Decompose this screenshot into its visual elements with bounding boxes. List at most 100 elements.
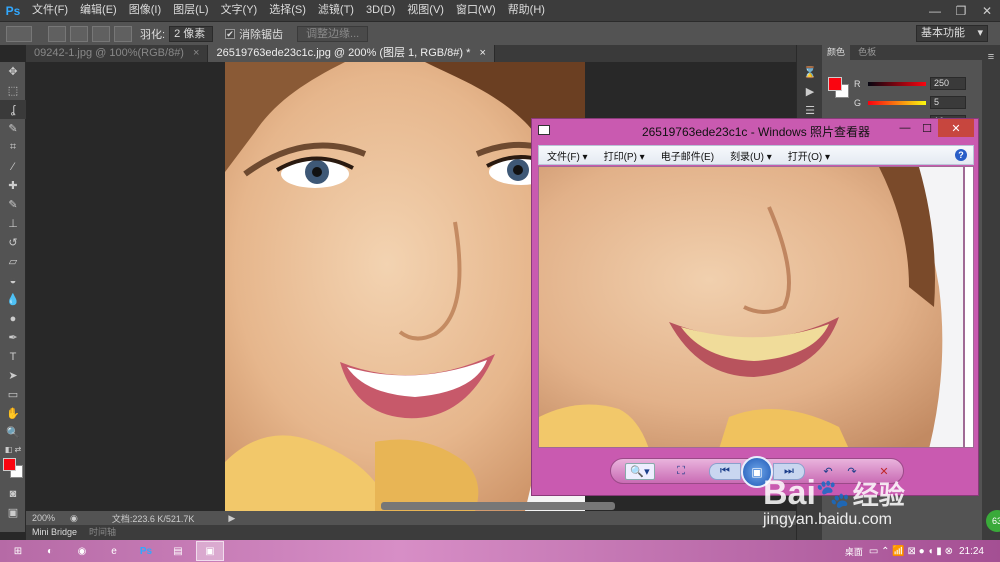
tab-timeline[interactable]: 时间轴 xyxy=(83,525,122,540)
menu-window[interactable]: 窗口(W) xyxy=(450,0,502,21)
healing-brush-tool-icon[interactable]: ✚ xyxy=(0,176,26,195)
hand-tool-icon[interactable]: ✋ xyxy=(0,404,26,423)
photo-viewer-window: 26519763ede23c1c - Windows 照片查看器 — ☐ ✕ 文… xyxy=(531,118,979,496)
brush-tool-icon[interactable]: ✎ xyxy=(0,195,26,214)
menu-layer[interactable]: 图层(L) xyxy=(167,0,214,21)
default-colors-icon[interactable]: ◧ ⇄ xyxy=(0,442,26,456)
viewer-menu-print[interactable]: 打印(P) ▾ xyxy=(596,148,653,163)
taskbar: ⊞ ◐ ◉ e Ps ▤ ▣ 桌面 ▭ ⌃ 📶 ⊠ ● ◖ ▮ ⊗ 21:24 xyxy=(0,540,1000,562)
minimize-icon[interactable]: — xyxy=(894,119,916,137)
tab-09242-1[interactable]: 09242-1.jpg @ 100%(RGB/8#) × xyxy=(26,45,209,62)
menu-filter[interactable]: 滤镜(T) xyxy=(312,0,360,21)
panel-menu-icon[interactable]: ≡ xyxy=(982,47,1000,66)
dodge-tool-icon[interactable]: ● xyxy=(0,309,26,328)
toolbox: ✥ ⬚ ʆ ✎ ⌗ ⁄ ✚ ✎ ⊥ ↺ ▱ ◒ 💧 ● ✒ T ➤ ▭ ✋ 🔍 … xyxy=(0,62,26,532)
path-selection-tool-icon[interactable]: ➤ xyxy=(0,366,26,385)
feather-input[interactable]: 2 像素 xyxy=(169,25,214,42)
viewer-image[interactable] xyxy=(538,166,964,448)
quick-selection-tool-icon[interactable]: ✎ xyxy=(0,119,26,138)
blur-tool-icon[interactable]: 💧 xyxy=(0,290,26,309)
viewer-menu-email[interactable]: 电子邮件(E) xyxy=(653,148,722,163)
tab-mini-bridge[interactable]: Mini Bridge xyxy=(26,525,83,540)
tab-label: 09242-1.jpg @ 100%(RGB/8#) xyxy=(34,47,184,59)
crop-tool-icon[interactable]: ⌗ xyxy=(0,138,26,157)
tab-26519763[interactable]: 26519763ede23c1c.jpg @ 200% (图层 1, RGB/8… xyxy=(208,45,495,62)
photoshop-taskbar-icon[interactable]: Ps xyxy=(132,541,160,561)
menu-view[interactable]: 视图(V) xyxy=(401,0,450,21)
horizontal-scrollbar[interactable] xyxy=(381,502,615,510)
close-icon[interactable]: × xyxy=(479,47,485,59)
add-selection-icon[interactable] xyxy=(70,25,88,42)
viewer-scrollbar[interactable] xyxy=(964,166,974,448)
actions-panel-icon[interactable]: ▶ xyxy=(797,82,823,101)
app2-icon[interactable]: ◉ xyxy=(68,541,96,561)
menu-select[interactable]: 选择(S) xyxy=(263,0,312,21)
folder-icon[interactable]: ▤ xyxy=(164,541,192,561)
panel-foreground-swatch[interactable] xyxy=(828,77,842,91)
clock[interactable]: 21:24 xyxy=(959,546,984,557)
eraser-tool-icon[interactable]: ▱ xyxy=(0,252,26,271)
lasso-tool-icon[interactable]: ʆ xyxy=(0,100,26,119)
desktop-label[interactable]: 桌面 xyxy=(845,545,863,558)
zoom-icon[interactable]: 🔍▾ xyxy=(625,463,655,480)
zoom-tool-icon[interactable]: 🔍 xyxy=(0,423,26,442)
help-icon[interactable]: ? xyxy=(955,149,967,161)
tab-swatches[interactable]: 色板 xyxy=(853,45,881,60)
actual-size-icon[interactable]: ⛶ xyxy=(671,463,691,480)
foreground-color-swatch[interactable] xyxy=(3,458,16,471)
browser-icon[interactable]: e xyxy=(100,541,128,561)
intersect-selection-icon[interactable] xyxy=(114,25,132,42)
app1-icon[interactable]: ◐ xyxy=(36,541,64,561)
menu-3d[interactable]: 3D(D) xyxy=(360,0,401,21)
menu-image[interactable]: 图像(I) xyxy=(123,0,167,21)
g-slider[interactable] xyxy=(868,100,926,105)
photo-viewer-taskbar-icon[interactable]: ▣ xyxy=(196,541,224,561)
lasso-preset-icon[interactable] xyxy=(6,25,32,42)
new-selection-icon[interactable] xyxy=(48,25,66,42)
close-icon[interactable]: × xyxy=(193,47,199,59)
paint-bucket-tool-icon[interactable]: ◒ xyxy=(0,271,26,290)
rectangle-tool-icon[interactable]: ▭ xyxy=(0,385,26,404)
workspace-select[interactable]: 基本功能 ▾ xyxy=(916,25,988,42)
r-slider[interactable] xyxy=(868,81,926,86)
eyedropper-tool-icon[interactable]: ⁄ xyxy=(0,157,26,176)
tray-icon[interactable]: ▭ ⌃ 📶 ⊠ ● ◖ ▮ ⊗ xyxy=(869,546,953,557)
menu-edit[interactable]: 编辑(E) xyxy=(74,0,123,21)
marquee-tool-icon[interactable]: ⬚ xyxy=(0,81,26,100)
history-panel-icon[interactable]: ⌛ xyxy=(797,63,823,82)
close-icon[interactable]: ✕ xyxy=(938,119,974,137)
doc-info: 文档:223.6 K/521.7K xyxy=(111,513,195,524)
bottom-panel-tabs: Mini Bridge 时间轴 xyxy=(26,525,796,540)
chevron-right-icon[interactable]: ▶ xyxy=(228,513,235,524)
maximize-icon[interactable]: ☐ xyxy=(916,119,938,137)
type-tool-icon[interactable]: T xyxy=(0,347,26,366)
r-value-input[interactable]: 250 xyxy=(930,77,966,90)
clone-stamp-tool-icon[interactable]: ⊥ xyxy=(0,214,26,233)
viewer-menubar: 文件(F) ▾ 打印(P) ▾ 电子邮件(E) 刻录(U) ▾ 打开(O) ▾ … xyxy=(538,145,974,165)
previous-icon[interactable]: ⏮ xyxy=(709,463,741,480)
history-brush-tool-icon[interactable]: ↺ xyxy=(0,233,26,252)
pen-tool-icon[interactable]: ✒ xyxy=(0,328,26,347)
zoom-level[interactable]: 200% xyxy=(32,513,66,523)
subtract-selection-icon[interactable] xyxy=(92,25,110,42)
portrait-closeup-image xyxy=(539,167,963,447)
menu-file[interactable]: 文件(F) xyxy=(26,0,74,21)
menu-type[interactable]: 文字(Y) xyxy=(215,0,264,21)
tab-color[interactable]: 颜色 xyxy=(822,45,851,60)
g-value-input[interactable]: 5 xyxy=(930,96,966,109)
antialias-checkbox[interactable]: ✔ xyxy=(225,28,236,39)
screen-mode-icon[interactable]: ▣ xyxy=(0,503,26,522)
minimize-icon[interactable]: — xyxy=(922,0,948,21)
options-bar: 羽化: 2 像素 ✔ 消除锯齿 调整边缘... 基本功能 ▾ xyxy=(0,21,1000,45)
viewer-menu-burn[interactable]: 刻录(U) ▾ xyxy=(722,148,780,163)
restore-icon[interactable]: ❐ xyxy=(948,0,974,21)
status-icon[interactable]: ◉ xyxy=(70,513,78,524)
start-icon[interactable]: ⊞ xyxy=(4,541,32,561)
menu-help[interactable]: 帮助(H) xyxy=(502,0,551,21)
move-tool-icon[interactable]: ✥ xyxy=(0,62,26,81)
viewer-menu-open[interactable]: 打开(O) ▾ xyxy=(780,148,838,163)
viewer-menu-file[interactable]: 文件(F) ▾ xyxy=(539,148,596,163)
close-icon[interactable]: ✕ xyxy=(974,0,1000,21)
refine-edge-button[interactable]: 调整边缘... xyxy=(297,25,369,42)
quick-mask-icon[interactable]: ◙ xyxy=(0,484,26,503)
